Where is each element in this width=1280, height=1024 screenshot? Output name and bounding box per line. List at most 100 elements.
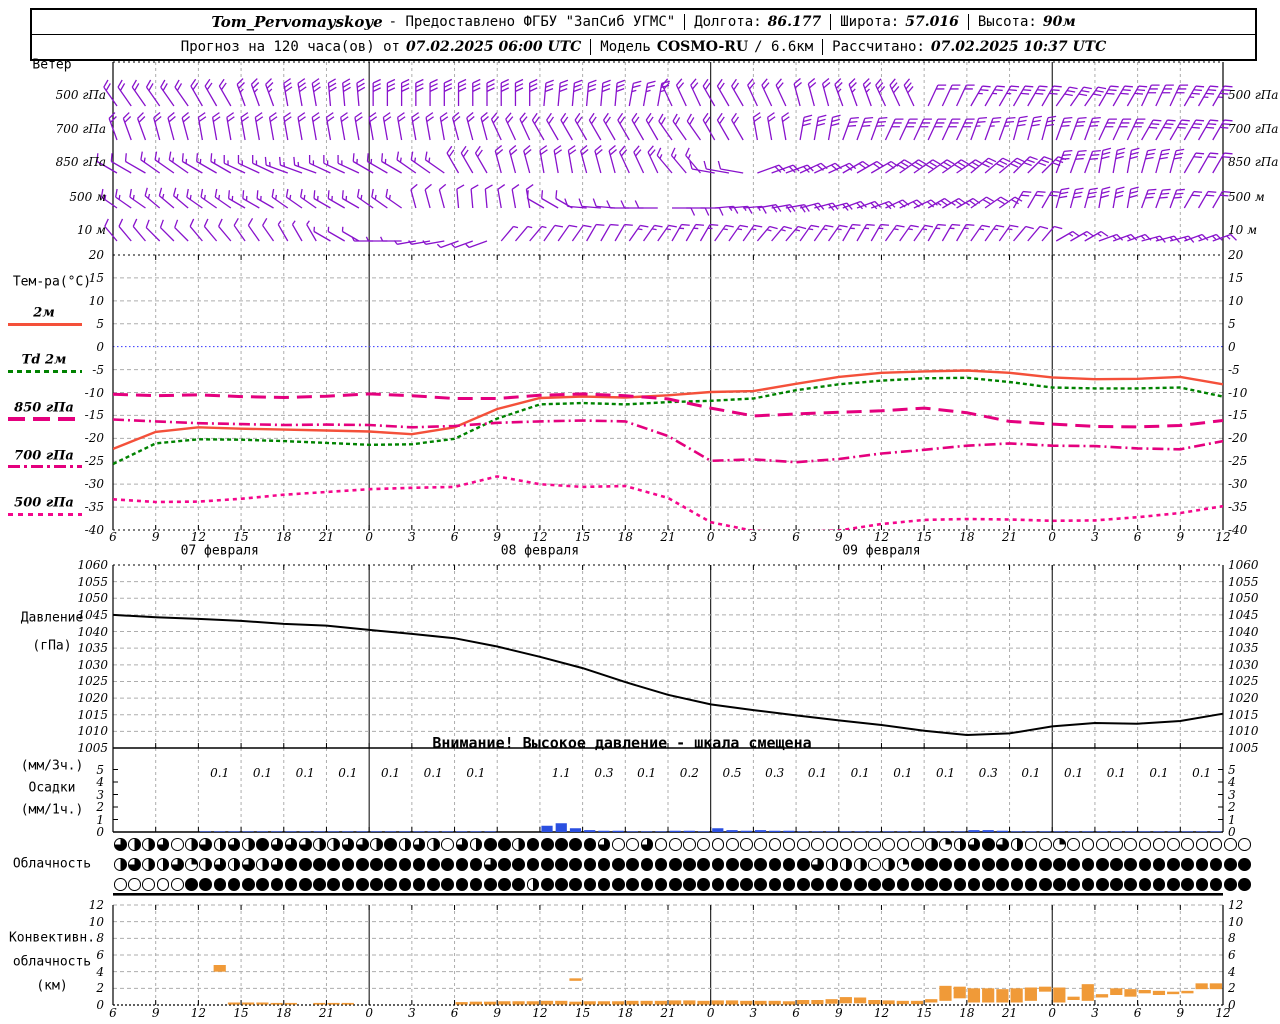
wind-barb bbox=[766, 112, 776, 141]
convective-bar bbox=[768, 1000, 781, 1005]
legend-label-850: 850 гПа bbox=[14, 400, 74, 416]
precip-bar bbox=[413, 831, 425, 832]
wind-barb bbox=[842, 223, 861, 242]
wind-barb bbox=[486, 78, 495, 106]
wind-barb bbox=[1055, 117, 1073, 141]
wind-barb bbox=[1141, 188, 1157, 209]
wind-barb bbox=[1112, 186, 1125, 209]
convective-bar bbox=[1152, 990, 1166, 995]
wind-barb bbox=[190, 78, 203, 107]
convective-bar bbox=[868, 1000, 881, 1005]
wind-barb bbox=[256, 190, 274, 209]
convective-bar bbox=[569, 1001, 582, 1005]
wind-barb bbox=[757, 164, 786, 174]
wind-barb bbox=[848, 78, 858, 107]
wind-barb bbox=[702, 112, 716, 141]
wind-barb bbox=[227, 190, 246, 209]
wind-barb bbox=[1141, 235, 1166, 243]
wind-barb bbox=[356, 78, 366, 107]
wind-barb bbox=[1041, 115, 1057, 141]
precip-bar bbox=[811, 831, 824, 832]
wind-barb bbox=[834, 78, 844, 107]
wind-barb bbox=[675, 78, 687, 107]
convective-bar bbox=[953, 986, 966, 999]
wind-barb bbox=[523, 144, 532, 174]
wind-barb bbox=[560, 112, 573, 141]
convective-bar bbox=[925, 999, 938, 1003]
wind-barb bbox=[603, 112, 616, 141]
wind-barb bbox=[470, 184, 479, 209]
wind-barb bbox=[757, 204, 782, 213]
wind-barb bbox=[998, 117, 1016, 141]
precip-bar bbox=[726, 830, 738, 832]
wind-barb bbox=[396, 151, 417, 174]
precip-bar bbox=[598, 830, 610, 832]
wind-barb bbox=[870, 117, 888, 141]
wind-barb bbox=[842, 117, 859, 141]
wind-barb bbox=[1112, 147, 1126, 174]
wind-barb bbox=[153, 111, 162, 141]
precip-bar bbox=[242, 831, 254, 832]
precip-bar bbox=[327, 831, 340, 832]
wind-barb bbox=[793, 77, 802, 107]
convective-title-1: Конвективн. bbox=[8, 930, 96, 946]
wind-barb bbox=[1169, 235, 1195, 243]
legend-line-td2m bbox=[8, 370, 82, 373]
convective-bar bbox=[1124, 989, 1137, 997]
precip-bar bbox=[911, 831, 923, 832]
wind-barb bbox=[490, 112, 502, 141]
wind-barb bbox=[541, 190, 559, 209]
convective-bar bbox=[540, 1000, 554, 1005]
legend-line-500 bbox=[8, 513, 82, 516]
convective-bar bbox=[526, 1001, 539, 1005]
precip-bar bbox=[754, 830, 767, 832]
convective-bar bbox=[242, 1002, 255, 1005]
wind-barb bbox=[1198, 233, 1223, 242]
convective-bar bbox=[669, 1000, 682, 1005]
wind-barb bbox=[438, 183, 447, 209]
wind-barb bbox=[167, 111, 176, 141]
precip-bar bbox=[626, 831, 639, 832]
legend-label-500: 500 гПа bbox=[14, 495, 74, 511]
precip-bar bbox=[214, 831, 226, 832]
convective-bar bbox=[1053, 987, 1066, 1003]
wind-barb bbox=[457, 78, 467, 106]
precip-bar bbox=[484, 831, 496, 832]
wind-barb bbox=[731, 112, 744, 141]
convective-bar bbox=[683, 1000, 696, 1005]
wind-barb bbox=[505, 112, 517, 141]
wind-barb bbox=[531, 112, 545, 141]
wind-barb bbox=[262, 217, 275, 242]
precip-bar bbox=[1139, 831, 1151, 832]
wind-barb bbox=[574, 112, 588, 141]
wind-barb bbox=[631, 112, 645, 141]
convective-bar bbox=[1138, 990, 1151, 994]
convective-bar bbox=[1067, 996, 1080, 1000]
wind-barb bbox=[1055, 187, 1070, 209]
wind-barb bbox=[424, 183, 432, 209]
convective-bar bbox=[854, 997, 867, 1004]
wind-barb bbox=[661, 78, 673, 107]
wind-barb bbox=[443, 78, 453, 106]
wind-barb bbox=[1126, 186, 1139, 209]
wind-barb bbox=[118, 218, 132, 242]
wind-barb bbox=[474, 145, 488, 174]
wind-barb bbox=[327, 226, 346, 242]
wind-barb bbox=[903, 78, 915, 107]
precip-bar bbox=[199, 831, 212, 832]
wind-barb bbox=[686, 113, 701, 141]
wind-barb bbox=[297, 112, 306, 141]
convective-bar bbox=[811, 1000, 824, 1005]
convective-bar bbox=[341, 1002, 354, 1005]
wind-barb bbox=[368, 112, 378, 141]
wind-barb bbox=[1212, 233, 1237, 242]
wind-barb bbox=[647, 145, 659, 174]
wind-barb bbox=[546, 112, 559, 141]
convective-bar bbox=[469, 1001, 482, 1005]
wind-barb bbox=[122, 112, 132, 141]
wind-barb bbox=[1055, 150, 1073, 174]
meteogram-screen: Tom_Pervomayskoye - Предоставлено ФГБУ "… bbox=[0, 0, 1280, 1024]
wind-barb bbox=[291, 220, 303, 242]
meteogram-plot bbox=[96, 61, 1237, 1006]
convective-bar bbox=[213, 965, 226, 972]
